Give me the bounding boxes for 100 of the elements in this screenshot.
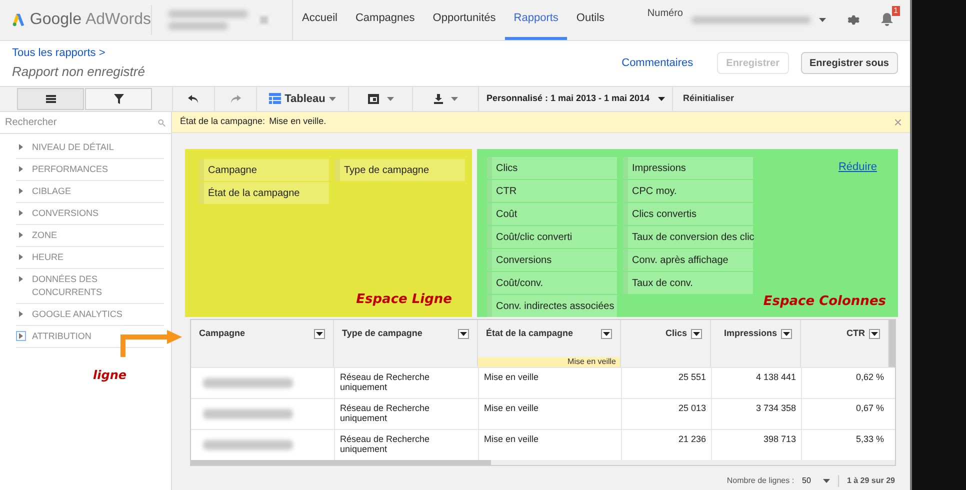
field-chip[interactable]: Clics <box>487 157 617 179</box>
rows-label: Nombre de lignes : <box>726 475 794 487</box>
table-cell: Mise en veille <box>478 368 621 398</box>
report-title: Rapport non enregistré <box>12 62 145 81</box>
table-icon <box>268 93 281 104</box>
field-chip[interactable]: Coût/conv. <box>487 272 617 294</box>
field-chip[interactable]: Conv. après affichage <box>623 249 753 271</box>
nav-tab[interactable]: Campagnes <box>346 0 424 40</box>
caret-icon <box>822 479 830 483</box>
field-chip[interactable]: Taux de conv. <box>623 272 753 294</box>
table-cell: Réseau de Recherche uniquement <box>334 368 478 398</box>
blurred-text <box>168 22 228 30</box>
caret-icon <box>460 332 467 336</box>
dropdown-icon[interactable] <box>869 328 880 339</box>
column-header[interactable]: Clics <box>621 320 711 367</box>
list-view-button[interactable] <box>17 88 84 110</box>
field-chip[interactable]: CPC moy. <box>623 180 753 202</box>
sidebar-item[interactable]: HEURE <box>16 247 164 269</box>
undo-icon <box>188 94 199 103</box>
column-header[interactable]: État de la campagne Mise en veille <box>478 320 621 367</box>
caret-icon <box>658 96 665 101</box>
column-header[interactable]: Type de campagne <box>334 320 478 367</box>
table-cell: 3 734 358 <box>711 399 801 429</box>
sidebar-item[interactable]: ATTRIBUTION <box>16 326 164 348</box>
table-cell: 25 551 <box>621 368 711 398</box>
caret-icon <box>871 332 878 336</box>
date-range-dropdown[interactable]: Personnalisé : 1 mai 2013 - 1 mai 2014 <box>479 86 673 111</box>
breadcrumb-link[interactable]: Tous les rapports > <box>12 45 145 62</box>
page-range: 1 à 29 sur 29 <box>838 475 895 487</box>
table-cell: 0,67 % <box>801 399 889 429</box>
caret-icon <box>783 332 790 336</box>
caret-icon <box>693 332 700 336</box>
field-chip[interactable]: Coût/clic converti <box>487 226 617 248</box>
search-icon <box>158 118 166 126</box>
redo-icon <box>230 94 241 103</box>
caret-icon <box>819 18 826 22</box>
sidebar-item[interactable]: CONVERSIONS <box>16 203 164 225</box>
column-header[interactable]: Campagne <box>191 320 334 367</box>
search-input[interactable]: Rechercher <box>5 115 158 130</box>
field-chip[interactable]: Coût <box>487 203 617 225</box>
sidebar-item[interactable]: NIVEAU DE DÉTAIL <box>16 137 164 159</box>
calendar-icon <box>368 93 378 104</box>
dropdown-icon[interactable] <box>691 328 702 339</box>
horizontal-scrollbar[interactable] <box>191 460 491 465</box>
caret-icon <box>450 96 458 101</box>
filter-button[interactable] <box>85 88 152 110</box>
dropdown-icon[interactable] <box>314 328 325 339</box>
sidebar-item[interactable]: DONNÉES DES CONCURRENTS <box>16 269 164 304</box>
caret-icon <box>316 332 323 336</box>
account-label: Numéro <box>647 7 683 22</box>
logo-icon <box>12 12 26 28</box>
download-icon <box>434 94 442 104</box>
logo-text: Google <box>30 10 82 30</box>
view-dropdown[interactable]: Tableau <box>257 86 349 111</box>
dropdown-icon[interactable] <box>781 328 792 339</box>
rows-dropdown[interactable]: 50 <box>802 475 830 487</box>
table-cell: 25 013 <box>621 399 711 429</box>
save-button[interactable]: Enregistrer sous <box>800 52 898 74</box>
dropdown-icon[interactable] <box>601 328 612 339</box>
vertical-scrollbar[interactable] <box>889 320 895 367</box>
column-space-label: Espace Colonnes <box>763 292 886 310</box>
nav-tab[interactable]: Outils <box>567 0 614 40</box>
filter-label: État de la campagne: <box>180 115 266 128</box>
filter-value: Mise en veille. <box>269 115 326 128</box>
blurred-icon <box>260 16 268 24</box>
filter-icon <box>114 94 124 104</box>
field-chip[interactable]: Taux de conversion des clic <box>623 226 753 248</box>
column-filter: Mise en veille <box>478 357 620 367</box>
field-chip[interactable]: Type de campagne <box>335 159 465 181</box>
table-cell: 0,62 % <box>801 368 889 398</box>
sidebar-item[interactable]: PERFORMANCES <box>16 159 164 181</box>
sidebar-item[interactable]: ZONE <box>16 225 164 247</box>
row-space-label: Espace Ligne <box>356 290 452 308</box>
field-chip[interactable]: État de la campagne <box>199 182 329 204</box>
sidebar-item[interactable]: CIBLAGE <box>16 181 164 203</box>
notification-badge: 1 <box>892 6 900 16</box>
notification-icon[interactable] <box>880 12 894 28</box>
list-icon <box>46 94 56 103</box>
sidebar-item[interactable]: GOOGLE ANALYTICS <box>16 304 164 326</box>
caret-icon <box>386 96 394 101</box>
reset-button[interactable]: Réinitialiser <box>673 86 744 111</box>
table-cell: 4 138 441 <box>711 368 801 398</box>
nav-tab[interactable]: Accueil <box>293 0 346 40</box>
field-chip[interactable]: Conversions <box>487 249 617 271</box>
settings-icon[interactable] <box>846 12 860 27</box>
caret-icon <box>603 332 610 336</box>
annotation-label: ligne <box>93 367 126 384</box>
caret-icon <box>329 96 336 101</box>
field-chip[interactable]: CTR <box>487 180 617 202</box>
feedback-link[interactable]: Commentaires <box>622 55 694 72</box>
field-chip[interactable]: Impressions <box>623 157 753 179</box>
collapse-link[interactable]: Réduire <box>838 159 877 176</box>
dropdown-icon[interactable] <box>458 328 469 339</box>
logo-product: AdWords <box>85 10 151 30</box>
field-chip[interactable]: Campagne <box>199 159 329 181</box>
nav-tab[interactable]: Opportunités <box>424 0 505 40</box>
table-cell: Mise en veille <box>478 399 621 429</box>
column-header[interactable]: Impressions <box>711 320 801 367</box>
annotation-arrow <box>119 328 183 358</box>
field-chip[interactable]: Clics convertis <box>623 203 753 225</box>
